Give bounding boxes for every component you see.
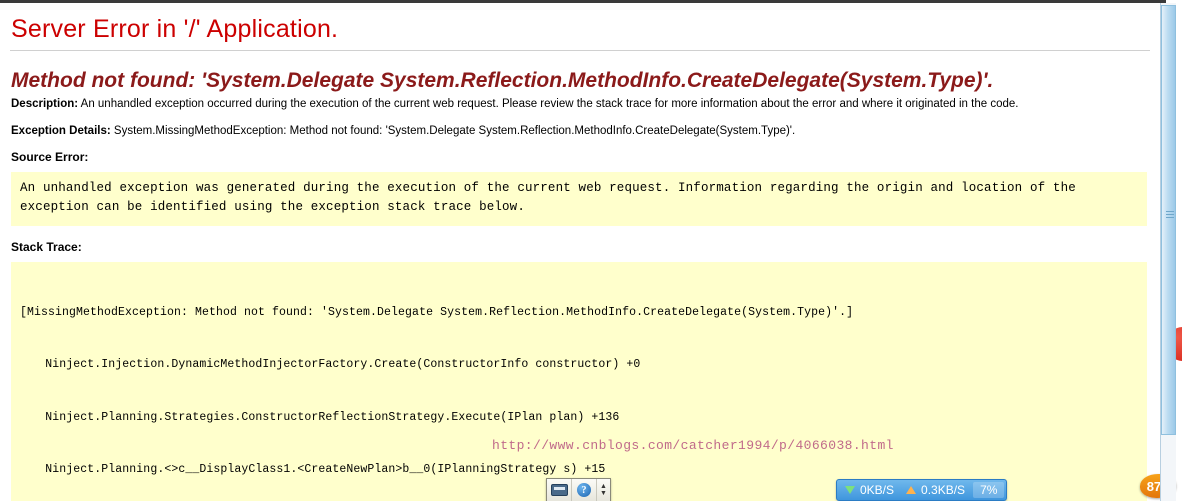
scrollbar-grip-icon [1166, 211, 1174, 218]
stack-frame: Ninject.Planning.<>c__DisplayClass1.<Cre… [45, 462, 606, 476]
source-error-label: Source Error: [11, 150, 89, 165]
scrollbar-thumb[interactable] [1161, 5, 1176, 435]
chevron-down-icon: ▼ [600, 490, 607, 497]
page-title: Server Error in '/' Application. [11, 15, 339, 43]
description-text: An unhandled exception occurred during t… [78, 98, 1019, 110]
help-icon: ? [577, 483, 591, 497]
chevron-up-icon: ▲ [600, 483, 607, 490]
source-error-box: An unhandled exception was generated dur… [11, 172, 1147, 226]
battery-percent-value: 87 [1146, 478, 1162, 494]
keyboard-icon [550, 484, 568, 496]
ime-help-button[interactable]: ? [572, 479, 597, 501]
exception-details-label: Exception Details: [11, 124, 111, 137]
network-speed-widget[interactable]: 0KB/S 0.3KB/S 7% [836, 479, 1008, 501]
download-speed-value: 0KB/S [860, 483, 895, 497]
ime-spinner[interactable]: ▲ ▼ [597, 479, 610, 501]
exception-details-text: System.MissingMethodException: Method no… [110, 124, 796, 137]
title-divider [10, 50, 1150, 51]
description-label: Description: [11, 98, 79, 110]
exception-details-paragraph: Exception Details: System.MissingMethodE… [11, 124, 1150, 140]
ime-toolbar[interactable]: ? ▲ ▼ [546, 478, 611, 501]
arrow-down-icon [845, 486, 855, 494]
exception-heading: Method not found: 'System.Delegate Syste… [11, 69, 994, 92]
upload-speed-value: 0.3KB/S [921, 483, 966, 497]
arrow-up-icon [906, 486, 917, 494]
stack-frame: Ninject.Planning.Strategies.ConstructorR… [45, 410, 620, 424]
stack-trace-label: Stack Trace: [11, 239, 82, 254]
ime-keyboard-button[interactable] [547, 479, 572, 501]
error-page-content: Server Error in '/' Application. Method … [0, 15, 1158, 501]
error-page: Server Error in '/' Application. Method … [0, 3, 1158, 501]
upload-speed-cell: 0.3KB/S [900, 483, 971, 497]
download-speed-cell: 0KB/S [839, 483, 900, 497]
stack-trace-box: [MissingMethodException: Method not foun… [11, 261, 1147, 501]
stack-frame: Ninject.Injection.DynamicMethodInjectorF… [45, 358, 641, 372]
screenshot-root: Server Error in '/' Application. Method … [0, 0, 1182, 501]
description-paragraph: Description: An unhandled exception occu… [11, 97, 1150, 113]
cpu-percent-value: 7% [973, 482, 1005, 498]
vertical-scrollbar[interactable] [1160, 3, 1176, 501]
stack-trace-header: [MissingMethodException: Method not foun… [20, 305, 854, 319]
